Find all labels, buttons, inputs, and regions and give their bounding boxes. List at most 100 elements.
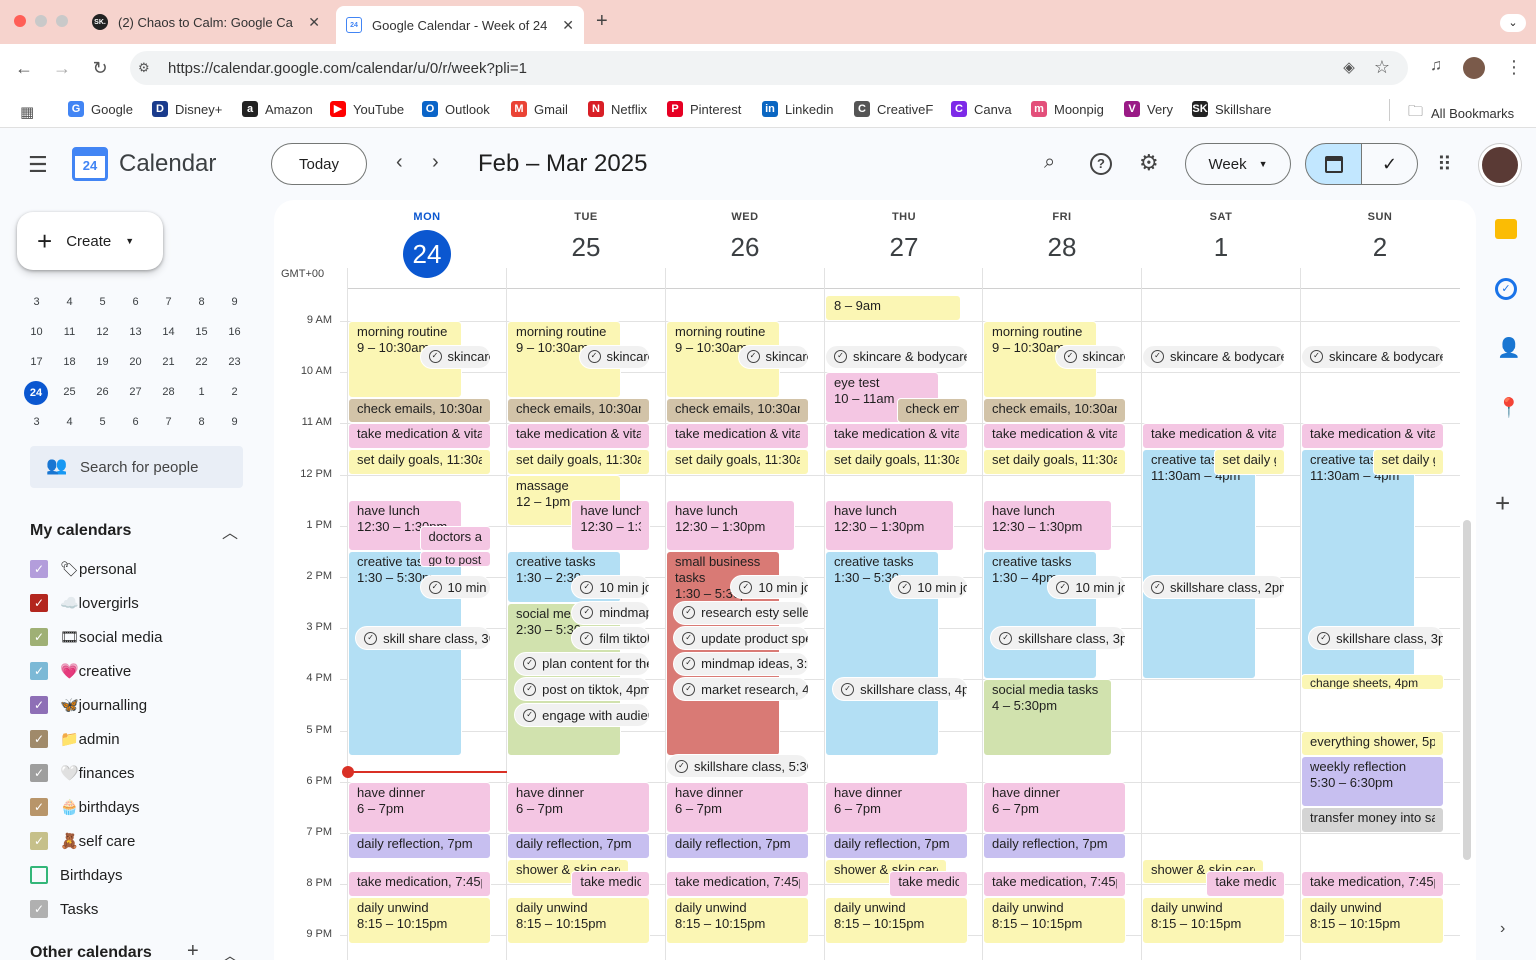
calendar-item[interactable]: Birthdays: [30, 860, 123, 890]
reload-icon[interactable]: ↻: [88, 58, 112, 79]
task-chip[interactable]: ✓ skincare & bodycare: [578, 344, 650, 369]
calendar-event[interactable]: daily reflection, 7pm: [507, 833, 650, 859]
new-tab-icon[interactable]: +: [596, 10, 608, 33]
calendar-event[interactable]: set daily goals, 11:30am: [666, 449, 809, 475]
minimize-window-button[interactable]: [35, 15, 47, 27]
apps-grid-icon[interactable]: ▦: [20, 103, 34, 121]
mini-cal-day[interactable]: 3: [20, 296, 53, 308]
calendar-event[interactable]: social media tasks 4 – 5:30pm: [983, 679, 1112, 757]
browser-tab-2[interactable]: 24 Google Calendar - Week of 24 ✕: [336, 6, 584, 44]
bookmark-pinterest[interactable]: P Pinterest: [667, 101, 741, 117]
mini-cal-day[interactable]: 5: [86, 296, 119, 308]
calendar-event[interactable]: daily unwind 8:15 – 10:15pm: [983, 897, 1126, 944]
calendar-item[interactable]: ✓ 🦋journalling: [30, 690, 147, 720]
grid-scrollbar[interactable]: [1463, 520, 1471, 860]
mini-cal-day[interactable]: 2: [218, 386, 251, 398]
calendar-item[interactable]: ✓ Tasks: [30, 894, 98, 924]
calendar-item[interactable]: ✓ 📁admin: [30, 724, 120, 754]
calendar-event[interactable]: take medication, 7:45pm: [666, 871, 809, 897]
task-chip[interactable]: ✓ mindmap ideas, 3:30pm: [673, 651, 809, 676]
calendar-event[interactable]: take medication & vitamins: [1142, 423, 1285, 449]
calendar-item[interactable]: ✓ 💗creative: [30, 656, 131, 686]
bookmark-skillshare[interactable]: SK Skillshare: [1192, 101, 1271, 117]
task-chip[interactable]: ✓ skincare & bodycare: [419, 344, 491, 369]
calendar-event[interactable]: take medication: [1206, 871, 1285, 897]
mini-cal-day[interactable]: 17: [20, 356, 53, 368]
bookmark-moonpig[interactable]: m Moonpig: [1031, 101, 1104, 117]
calendar-event[interactable]: take medication & vitamins: [507, 423, 650, 449]
calendar-event[interactable]: take medication, 7:45pm: [348, 871, 491, 897]
mini-cal-day[interactable]: 22: [185, 356, 218, 368]
task-chip[interactable]: ✓ 10 min journal: [730, 575, 809, 599]
mini-cal-day[interactable]: 27: [119, 386, 152, 398]
mini-cal-day[interactable]: 18: [53, 356, 86, 368]
task-check-icon[interactable]: ✓: [682, 682, 696, 696]
task-check-icon[interactable]: ✓: [898, 580, 912, 594]
task-check-icon[interactable]: ✓: [580, 580, 594, 594]
task-check-icon[interactable]: ✓: [1317, 631, 1331, 645]
checkbox-icon[interactable]: ✓: [30, 764, 48, 782]
browser-tab-1[interactable]: SK. (2) Chaos to Calm: Google Ca ✕: [82, 6, 330, 38]
calendar-event[interactable]: creative tasks 11:30am – 4pm: [1142, 449, 1257, 680]
calendar-event[interactable]: daily unwind 8:15 – 10:15pm: [666, 897, 809, 944]
mini-cal-day[interactable]: 26: [86, 386, 119, 398]
task-check-icon[interactable]: ✓: [1310, 350, 1323, 364]
calendar-event[interactable]: have dinner 6 – 7pm: [825, 781, 968, 833]
task-chip[interactable]: ✓ skincare & bodycare: [1054, 344, 1126, 369]
add-calendar-icon[interactable]: +: [187, 940, 199, 960]
tasks-view-toggle[interactable]: ✓: [1361, 143, 1418, 185]
day-number[interactable]: 27: [825, 232, 983, 263]
calendar-event[interactable]: have dinner 6 – 7pm: [507, 781, 650, 833]
task-chip[interactable]: ✓ skillshare class, 4pm: [832, 677, 968, 702]
tasks-icon[interactable]: ✓: [1495, 278, 1517, 300]
checkbox-icon[interactable]: ✓: [30, 696, 48, 714]
task-chip[interactable]: ✓ 10 min journal: [889, 575, 968, 599]
profile-avatar[interactable]: [1463, 57, 1485, 79]
bookmark-disney[interactable]: D Disney+: [152, 101, 222, 117]
calendar-event[interactable]: daily unwind 8:15 – 10:15pm: [1301, 897, 1444, 944]
mini-cal-day[interactable]: 9: [218, 416, 251, 428]
calendar-item[interactable]: ✓ 🏷personal: [30, 554, 137, 584]
all-bookmarks[interactable]: 🗀 All Bookmarks: [1408, 101, 1514, 126]
next-week-icon[interactable]: ›: [432, 151, 439, 174]
search-people-input[interactable]: 👥 Search for people: [30, 446, 243, 488]
task-chip[interactable]: ✓ skillshare class, 3pm: [990, 626, 1126, 651]
calendar-event[interactable]: daily unwind 8:15 – 10:15pm: [348, 897, 491, 944]
task-check-icon[interactable]: ✓: [523, 657, 537, 671]
task-check-icon[interactable]: ✓: [580, 631, 594, 645]
bookmark-linkedin[interactable]: in Linkedin: [762, 101, 833, 117]
mini-cal-day[interactable]: 6: [119, 296, 152, 308]
bookmark-outlook[interactable]: O Outlook: [422, 101, 490, 117]
mini-cal-day[interactable]: 6: [119, 416, 152, 428]
mini-cal-day[interactable]: 8: [185, 296, 218, 308]
calendar-event[interactable]: take medication, 7:45pm: [983, 871, 1126, 897]
calendar-item[interactable]: ✓ ☁️lovergirls: [30, 588, 139, 618]
lens-icon[interactable]: ◈: [1337, 58, 1361, 76]
task-chip[interactable]: ✓ skillshare class, 5:30pm: [666, 754, 809, 779]
checkbox-icon[interactable]: ✓: [30, 560, 48, 578]
calendar-event[interactable]: daily unwind 8:15 – 10:15pm: [507, 897, 650, 944]
calendar-event[interactable]: check ema: [896, 397, 968, 424]
mini-cal-day[interactable]: 28: [152, 386, 185, 398]
task-chip[interactable]: ✓ skincare & bodycare: [1142, 344, 1285, 369]
mini-cal-day[interactable]: 19: [86, 356, 119, 368]
calendar-event[interactable]: set daily goals, 11:30am: [983, 449, 1126, 475]
calendar-event[interactable]: go to post office: [419, 551, 491, 567]
mini-cal-day[interactable]: 11: [53, 326, 86, 338]
calendar-event[interactable]: daily reflection, 7pm: [825, 833, 968, 859]
mini-cal-day[interactable]: 16: [218, 326, 251, 338]
bookmark-gmail[interactable]: M Gmail: [511, 101, 568, 117]
mini-cal-day[interactable]: 21: [152, 356, 185, 368]
task-check-icon[interactable]: ✓: [841, 682, 855, 696]
calendar-event[interactable]: check emails, 10:30am: [348, 397, 491, 424]
calendar-event[interactable]: transfer money into savings: [1301, 807, 1444, 833]
close-tab-icon[interactable]: ✕: [562, 17, 574, 34]
task-chip[interactable]: ✓ mindmap ideas: [571, 600, 650, 625]
mini-cal-day[interactable]: 20: [119, 356, 152, 368]
task-check-icon[interactable]: ✓: [1063, 350, 1077, 364]
day-number[interactable]: 26: [666, 232, 824, 263]
today-button[interactable]: Today: [271, 143, 367, 185]
mini-cal-day[interactable]: 25: [53, 386, 86, 398]
bookmark-creativef[interactable]: C CreativeF: [854, 101, 933, 117]
task-chip[interactable]: ✓ skincare & bodycare: [1301, 344, 1444, 369]
